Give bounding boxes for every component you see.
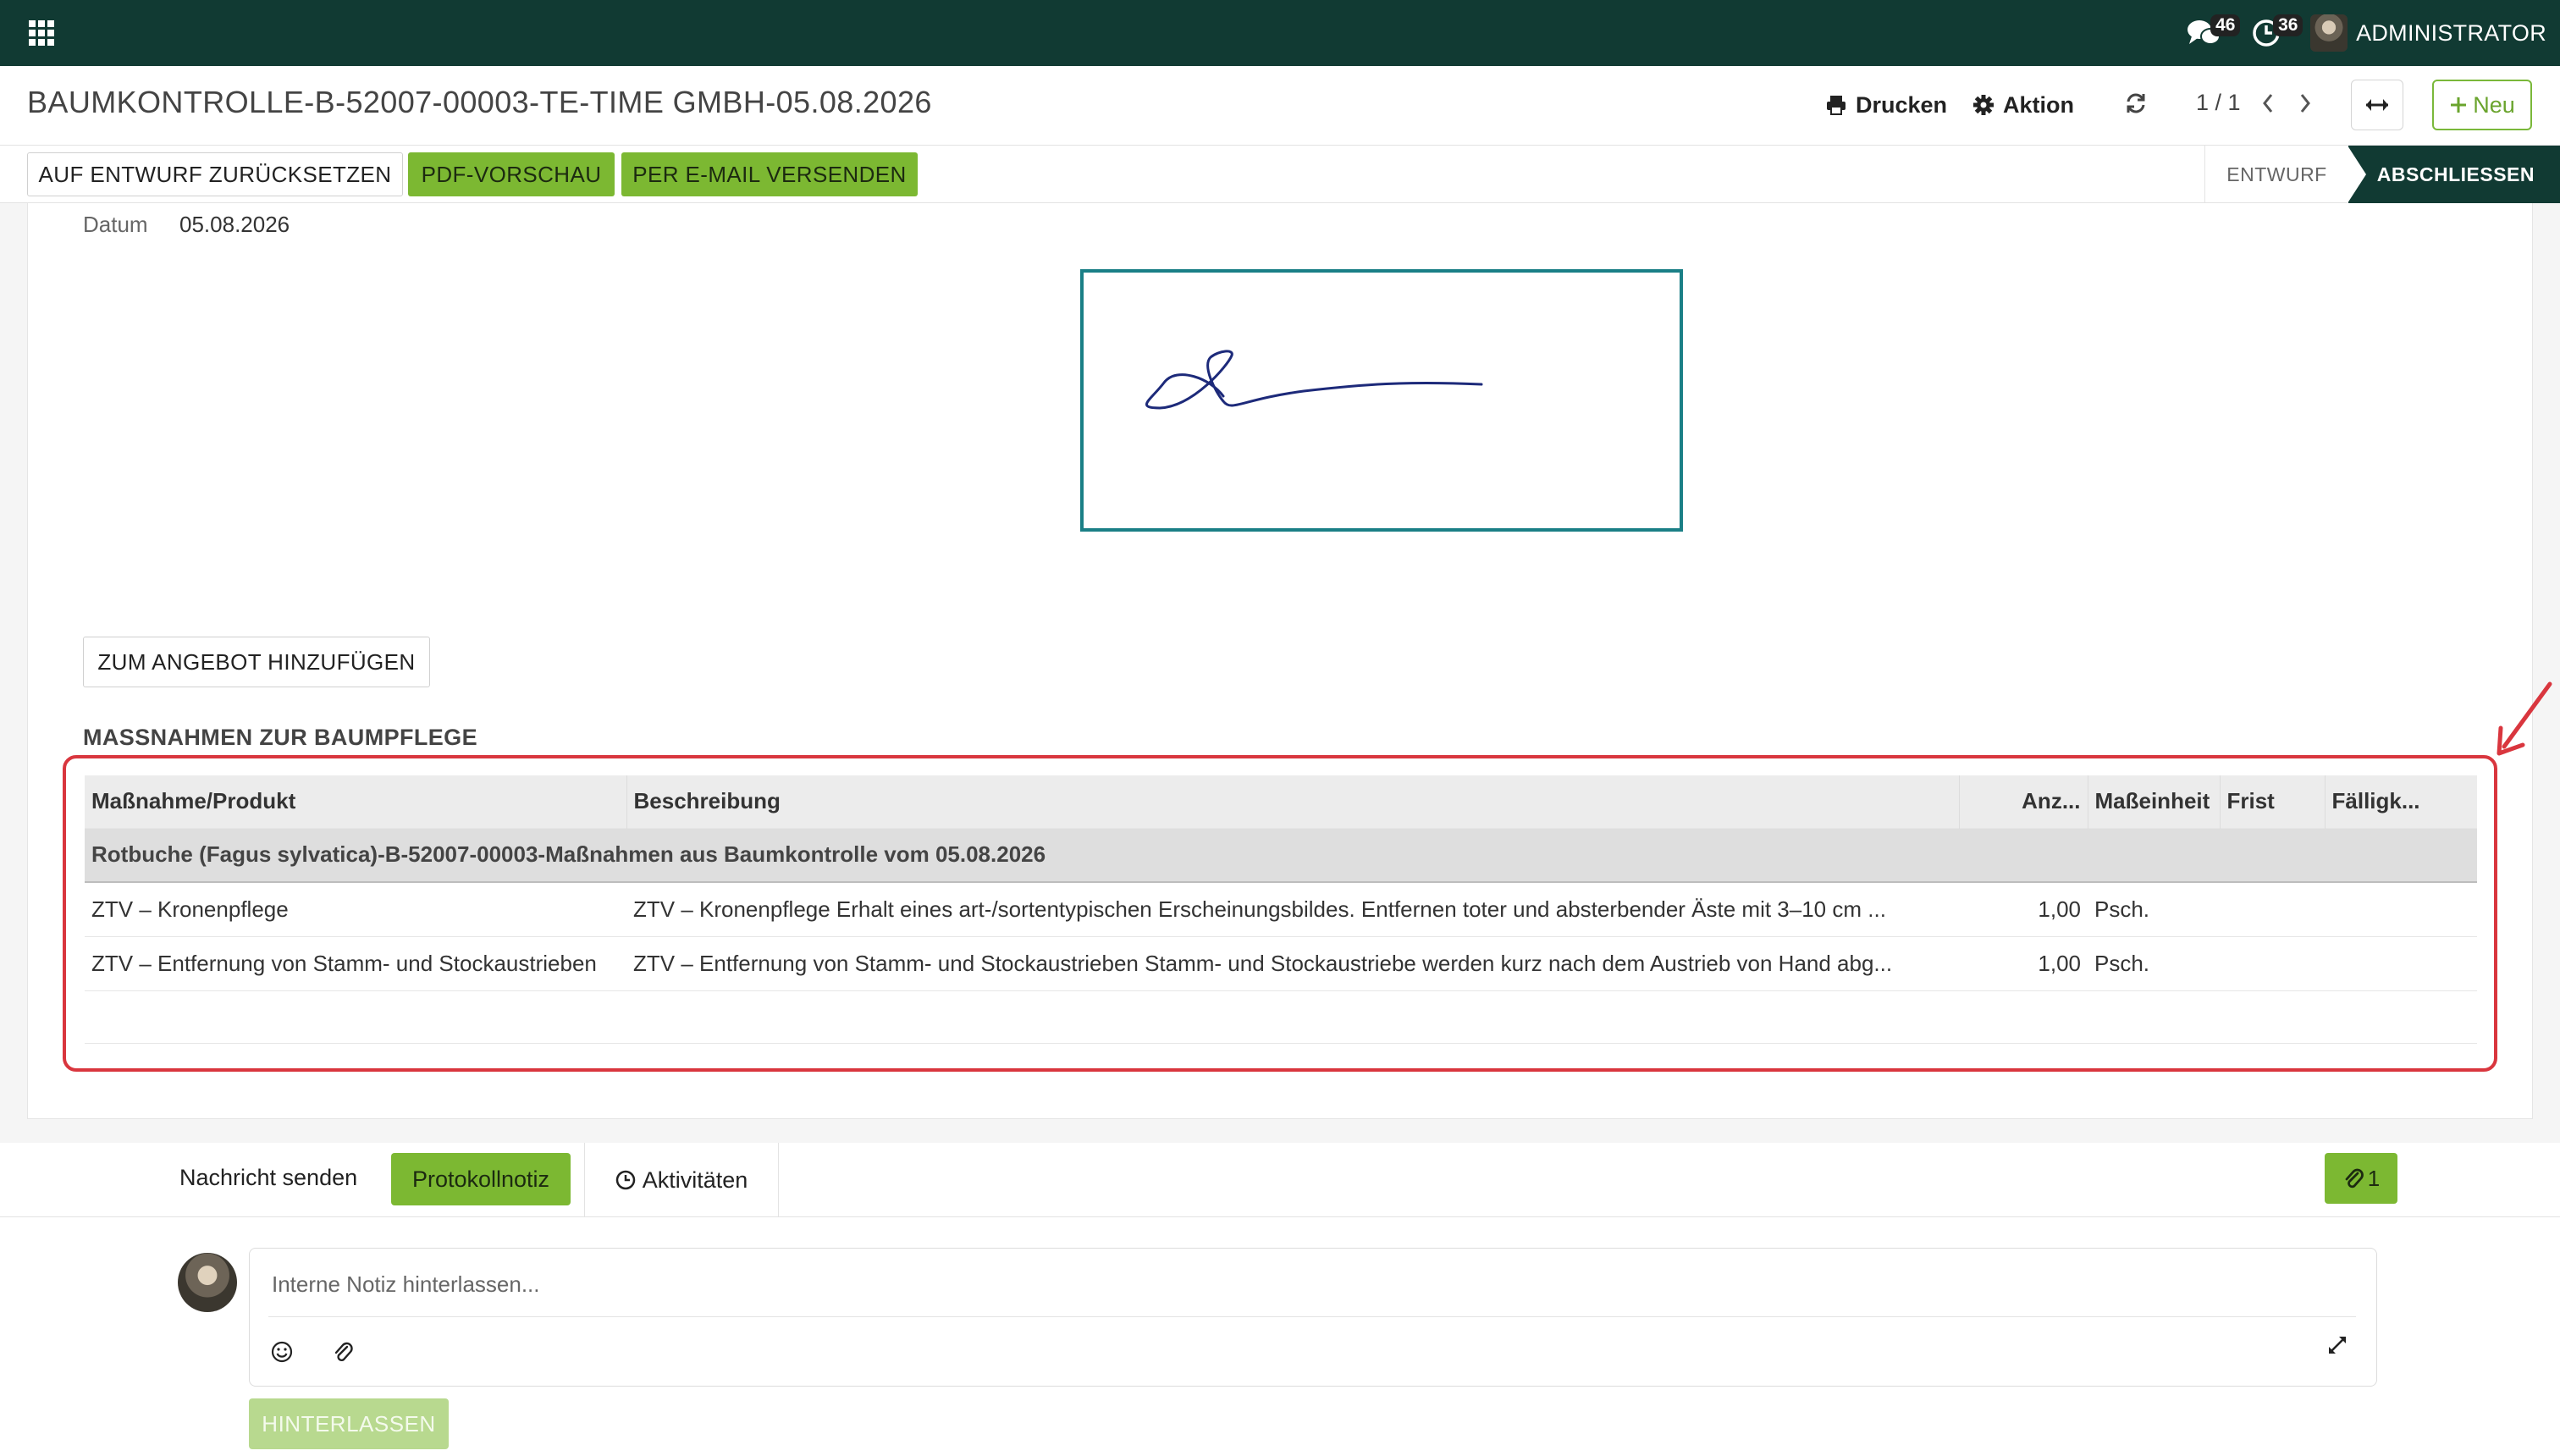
messages-badge: 46 [2210, 14, 2241, 36]
datum-value[interactable]: 05.08.2026 [179, 212, 290, 238]
stage-arrow [2348, 146, 2366, 203]
arrows-horizontal-icon [2366, 99, 2388, 111]
log-note-tab[interactable]: Protokollnotiz [391, 1153, 571, 1205]
note-input[interactable] [270, 1267, 2353, 1301]
submit-note-button[interactable]: HINTERLASSEN [249, 1398, 449, 1449]
signature-field[interactable] [1080, 269, 1683, 532]
emoji-button[interactable] [267, 1337, 297, 1367]
new-record-button[interactable]: Neu [2432, 80, 2532, 130]
activities-badge: 36 [2273, 14, 2303, 36]
gear-icon [1973, 95, 1994, 115]
paperclip-icon [334, 1342, 353, 1362]
apps-grid-icon[interactable] [29, 20, 54, 46]
activities-label: Aktivitäten [642, 1166, 748, 1193]
action-label: Aktion [2003, 91, 2074, 118]
datum-label: Datum [83, 212, 148, 237]
reset-to-draft-button[interactable]: AUF ENTWURF ZURÜCKSETZEN [27, 152, 403, 196]
page-title: BAUMKONTROLLE-B-52007-00003-TE-TIME GMBH… [27, 85, 932, 119]
emoji-icon [271, 1341, 293, 1363]
add-to-offer-button[interactable]: ZUM ANGEBOT HINZUFÜGEN [83, 637, 430, 687]
printer-icon [1827, 96, 1846, 115]
activities-button[interactable]: 36 [2248, 14, 2303, 52]
activities-tab[interactable]: Aktivitäten [584, 1143, 779, 1217]
expand-icon [2329, 1337, 2346, 1354]
chevron-left-icon [2263, 94, 2273, 113]
annotation-arrow-icon [2497, 681, 2552, 756]
composer-divider [268, 1316, 2356, 1317]
refresh-button[interactable] [2123, 86, 2149, 120]
status-bar: AUF ENTWURF ZURÜCKSETZEN PDF-VORSCHAU PE… [0, 146, 2560, 203]
send-message-tab[interactable]: Nachricht senden [179, 1165, 357, 1191]
highlight-annotation-box [63, 755, 2497, 1072]
stage-draft[interactable]: ENTWURF [2204, 146, 2348, 203]
clock-icon [615, 1170, 635, 1190]
chevron-right-icon [2300, 94, 2310, 113]
pager-previous-button[interactable] [2255, 86, 2281, 120]
stage-complete-label: ABSCHLIESSEN [2376, 163, 2535, 185]
user-name: ADMINISTRATOR [2356, 19, 2546, 46]
refresh-icon [2127, 93, 2145, 113]
toggle-width-button[interactable] [2351, 80, 2403, 130]
plus-icon [2451, 97, 2467, 113]
control-panel: BAUMKONTROLLE-B-52007-00003-TE-TIME GMBH… [0, 66, 2560, 146]
chatter-topbar: Nachricht senden Protokollnotiz Aktivitä… [0, 1143, 2560, 1217]
attachments-button[interactable]: 1 [2325, 1153, 2397, 1204]
attach-file-button[interactable] [328, 1337, 358, 1367]
note-composer [249, 1248, 2377, 1387]
send-email-button[interactable]: PER E-MAIL VERSENDEN [621, 152, 918, 196]
user-menu[interactable]: ADMINISTRATOR [2310, 14, 2546, 52]
navbar-systray: 46 36 ADMINISTRATOR [2185, 0, 2546, 66]
user-avatar [2310, 14, 2348, 52]
paperclip-icon [2345, 1168, 2364, 1189]
pager-next-button[interactable] [2292, 86, 2318, 120]
pager-value[interactable]: 1 / 1 [2196, 90, 2241, 116]
author-avatar [178, 1253, 237, 1312]
action-button[interactable]: Aktion [1967, 85, 2079, 125]
stage-complete[interactable]: ABSCHLIESSEN [2348, 146, 2560, 203]
pdf-preview-button[interactable]: PDF-VORSCHAU [408, 152, 615, 196]
new-label: Neu [2473, 91, 2515, 118]
messages-button[interactable]: 46 [2185, 14, 2241, 52]
section-title: MASSNAHMEN ZUR BAUMPFLEGE [83, 725, 477, 750]
attachments-count: 1 [2367, 1165, 2381, 1191]
top-navbar: 46 36 ADMINISTRATOR [0, 0, 2560, 66]
print-label: Drucken [1856, 91, 1948, 118]
stage-pipeline: ENTWURF ABSCHLIESSEN [2204, 146, 2560, 203]
signature-drawing [1145, 350, 1483, 410]
print-button[interactable]: Drucken [1820, 85, 1952, 125]
fullscreen-composer-button[interactable] [2322, 1330, 2353, 1360]
